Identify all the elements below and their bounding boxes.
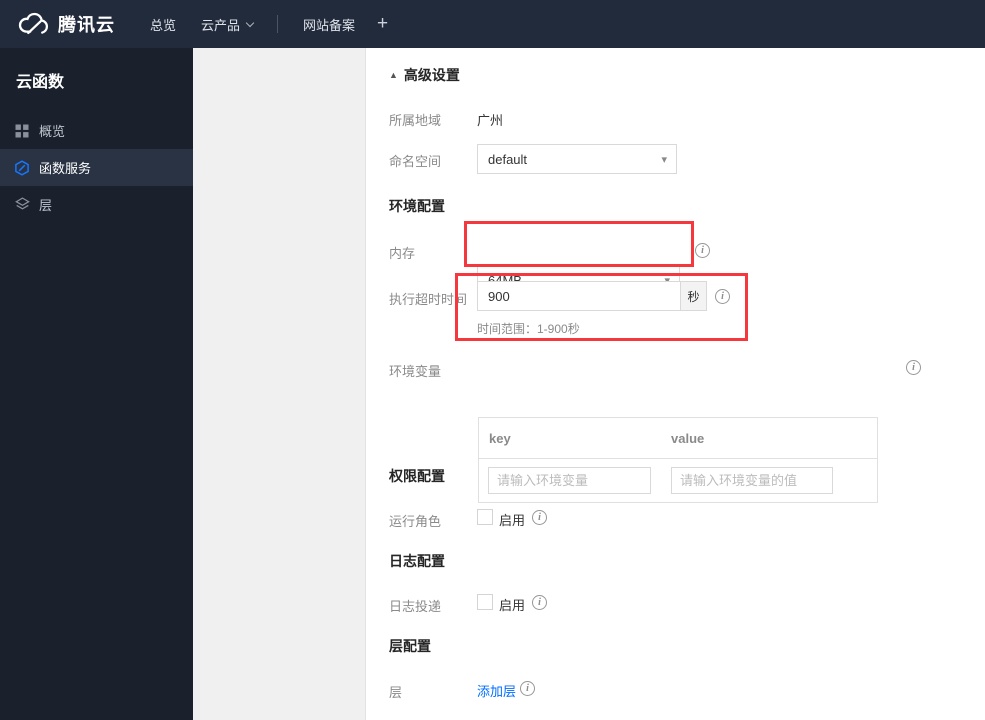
function-list-panel <box>193 48 366 720</box>
nav-separator <box>277 15 279 33</box>
nav-item-cloud-products[interactable]: 云产品 <box>201 15 255 34</box>
scf-hexagon-icon <box>14 159 30 176</box>
info-icon[interactable]: i <box>532 510 547 525</box>
timeout-label: 执行超时时间 <box>389 292 468 307</box>
brand-name: 腾讯云 <box>58 15 115 35</box>
cloud-logo-icon <box>16 12 50 36</box>
namespace-label: 命名空间 <box>389 154 442 169</box>
envvar-key-header: key <box>489 431 511 446</box>
region-label: 所属地域 <box>389 113 442 128</box>
top-navbar: 腾讯云 总览 云产品 网站备案 + <box>0 0 985 48</box>
run-role-checkbox[interactable] <box>477 509 493 525</box>
timeout-unit-addon: 秒 <box>680 281 707 311</box>
namespace-selected-value: default <box>488 151 528 167</box>
table-header-divider <box>479 458 877 459</box>
log-ship-label: 日志投递 <box>389 599 442 614</box>
log-ship-enable-label: 启用 <box>499 598 526 613</box>
log-config-section-header: 日志配置 <box>389 553 445 569</box>
memory-label: 内存 <box>389 246 416 261</box>
env-config-section-header: 环境配置 <box>389 198 445 214</box>
layer-label: 层 <box>389 685 403 700</box>
perm-config-section-header: 权限配置 <box>389 468 445 484</box>
info-icon[interactable]: i <box>520 681 535 696</box>
run-role-label: 运行角色 <box>389 514 442 529</box>
sidebar-title: 云函数 <box>16 74 65 91</box>
collapse-up-icon: ▲ <box>389 70 398 80</box>
envvar-key-input[interactable] <box>488 467 651 494</box>
add-tab-button[interactable]: + <box>377 13 388 35</box>
envvar-value-header: value <box>671 431 705 446</box>
envvar-value-input[interactable] <box>671 467 833 494</box>
log-ship-checkbox[interactable] <box>477 594 493 610</box>
nav-item-beian[interactable]: 网站备案 <box>303 15 355 34</box>
function-config-form: ▲ 高级设置 所属地域 广州 命名空间 default ▾ 环境配置 内存 64… <box>366 48 985 720</box>
annotation-box-memory <box>464 221 694 267</box>
advanced-settings-label: 高级设置 <box>403 67 460 83</box>
timeout-input[interactable] <box>477 281 680 311</box>
tencent-cloud-logo[interactable]: 腾讯云 <box>16 11 115 37</box>
info-icon[interactable]: i <box>906 360 921 375</box>
timeout-input-group: 秒 <box>477 281 707 311</box>
grid-icon <box>14 123 30 139</box>
sidebar-menu: 概览 函数服务 层 <box>0 112 193 223</box>
envvar-table: key value <box>478 417 878 503</box>
nav-item-overview[interactable]: 总览 <box>150 15 176 34</box>
namespace-select[interactable]: default ▾ <box>477 144 677 174</box>
sidebar-item-overview[interactable]: 概览 <box>0 112 193 149</box>
chevron-down-icon: ▾ <box>661 154 667 166</box>
layer-config-section-header: 层配置 <box>389 638 431 654</box>
sidebar-item-label: 函数服务 <box>39 161 92 176</box>
info-icon[interactable]: i <box>532 595 547 610</box>
chevron-down-icon <box>245 18 255 27</box>
sidebar-item-label: 概览 <box>39 124 66 139</box>
sidebar: 云函数 概览 函数服务 层 <box>0 48 193 720</box>
sidebar-item-layers[interactable]: 层 <box>0 186 193 223</box>
run-role-enable-label: 启用 <box>499 513 526 528</box>
advanced-settings-toggle[interactable]: ▲ 高级设置 <box>389 65 460 85</box>
add-layer-link[interactable]: 添加层 <box>477 681 516 700</box>
region-value: 广州 <box>477 113 504 128</box>
timeout-range-hint: 时间范围：1-900秒 <box>477 322 580 336</box>
layers-icon <box>14 197 30 213</box>
envvar-label: 环境变量 <box>389 364 442 379</box>
sidebar-item-label: 层 <box>39 198 53 213</box>
info-icon[interactable]: i <box>715 289 730 304</box>
info-icon[interactable]: i <box>695 243 710 258</box>
sidebar-item-function-service[interactable]: 函数服务 <box>0 149 193 186</box>
